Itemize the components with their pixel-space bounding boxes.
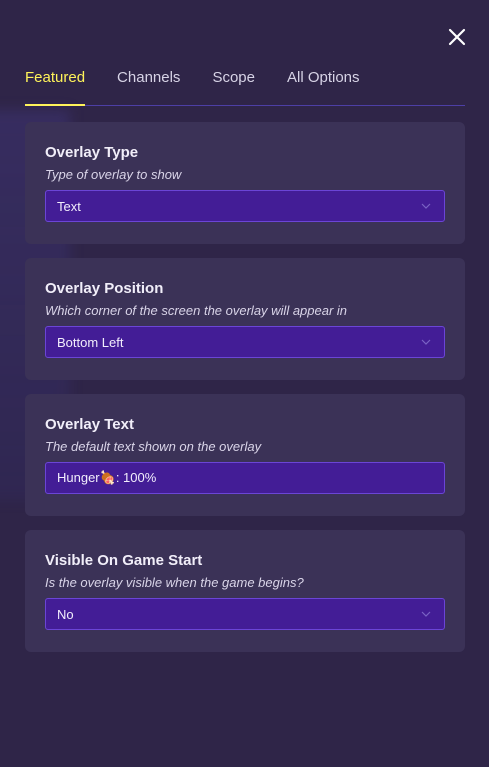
visible-on-start-select[interactable]: No bbox=[45, 598, 445, 630]
card-description: Type of overlay to show bbox=[45, 167, 182, 182]
visible-on-start-card: Visible On Game Start Is the overlay vis… bbox=[25, 530, 465, 652]
chevron-down-icon bbox=[421, 611, 431, 617]
overlay-position-card: Overlay Position Which corner of the scr… bbox=[25, 258, 465, 380]
overlay-position-select[interactable]: Bottom Left bbox=[45, 326, 445, 358]
tab-scope[interactable]: Scope bbox=[212, 68, 255, 105]
tab-bar: Featured Channels Scope All Options bbox=[25, 68, 465, 106]
card-description: The default text shown on the overlay bbox=[45, 439, 262, 454]
card-title: Overlay Position bbox=[45, 280, 164, 297]
input-value: Hunger🍖: 100% bbox=[57, 470, 157, 485]
tab-channels[interactable]: Channels bbox=[117, 68, 180, 105]
options-panel: Featured Channels Scope All Options Over… bbox=[0, 0, 489, 767]
select-value: Bottom Left bbox=[57, 334, 124, 350]
tab-featured[interactable]: Featured bbox=[25, 68, 86, 106]
tab-all-options[interactable]: All Options bbox=[287, 68, 360, 105]
card-description: Is the overlay visible when the game beg… bbox=[45, 575, 304, 590]
close-icon bbox=[448, 28, 466, 46]
card-description: Which corner of the screen the overlay w… bbox=[45, 303, 348, 318]
overlay-type-card: Overlay Type Type of overlay to show Tex… bbox=[25, 122, 465, 244]
overlay-type-select[interactable]: Text bbox=[45, 190, 445, 222]
chevron-down-icon bbox=[421, 339, 431, 345]
chevron-down-icon bbox=[421, 203, 431, 209]
card-title: Overlay Type bbox=[45, 144, 139, 161]
select-value: No bbox=[57, 606, 74, 622]
select-value: Text bbox=[57, 198, 81, 214]
card-title: Visible On Game Start bbox=[45, 552, 203, 569]
overlay-text-card: Overlay Text The default text shown on t… bbox=[25, 394, 465, 516]
card-title: Overlay Text bbox=[45, 416, 134, 433]
close-button[interactable] bbox=[446, 26, 468, 48]
overlay-text-input[interactable]: Hunger🍖: 100% bbox=[45, 462, 445, 494]
